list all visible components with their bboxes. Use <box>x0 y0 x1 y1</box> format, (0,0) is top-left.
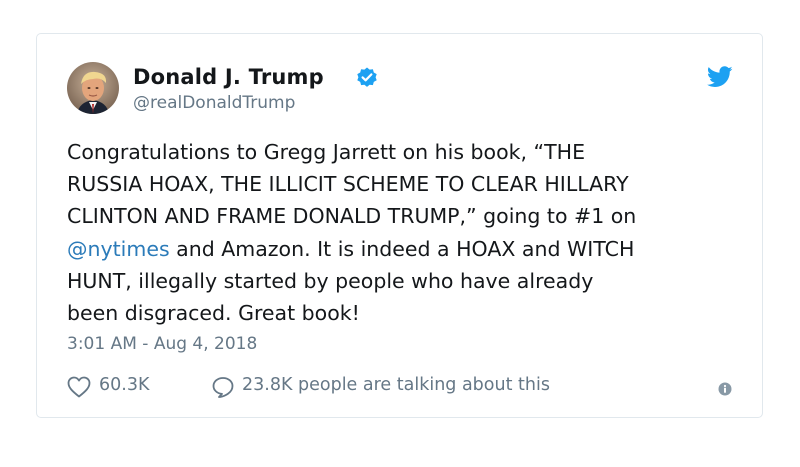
tweet-line-text: and Amazon. It is indeed a HOAX and WITC… <box>169 236 635 261</box>
tweet-line: Congratulations to Gregg Jarrett on his … <box>67 140 586 164</box>
like-count[interactable]: 60.3K <box>99 375 149 395</box>
mention-link-nytimes[interactable]: @nytimes <box>67 237 170 261</box>
avatar[interactable] <box>67 62 119 114</box>
author-name[interactable]: Donald J. Trump <box>133 65 324 89</box>
author-handle[interactable]: @realDonaldTrump <box>133 93 295 113</box>
reply-bubble-icon[interactable] <box>211 376 235 398</box>
tweet-line: HUNT, illegally started by people who ha… <box>67 268 594 293</box>
tweet-text: Congratulations to Gregg Jarrett on his … <box>67 136 737 329</box>
conversation-text[interactable]: 23.8K people are talking about this <box>242 375 550 395</box>
tweet-line: RUSSIA HOAX, THE ILLICIT SCHEME TO CLEAR… <box>67 172 629 197</box>
tweet-line: @nytimes and Amazon. It is indeed a HOAX… <box>67 233 737 265</box>
tweet-timestamp[interactable]: 3:01 AM - Aug 4, 2018 <box>67 334 257 354</box>
info-icon[interactable] <box>718 382 732 396</box>
tweet-line: been disgraced. Great book! <box>67 301 360 326</box>
heart-icon[interactable] <box>67 376 91 398</box>
tweet-card[interactable]: Donald J. Trump @realDonaldTrump Congrat… <box>36 33 763 418</box>
twitter-bird-icon[interactable] <box>707 66 733 88</box>
verified-badge-icon <box>357 67 377 87</box>
tweet-line: CLINTON AND FRAME DONALD TRUMP,” going t… <box>67 204 637 229</box>
